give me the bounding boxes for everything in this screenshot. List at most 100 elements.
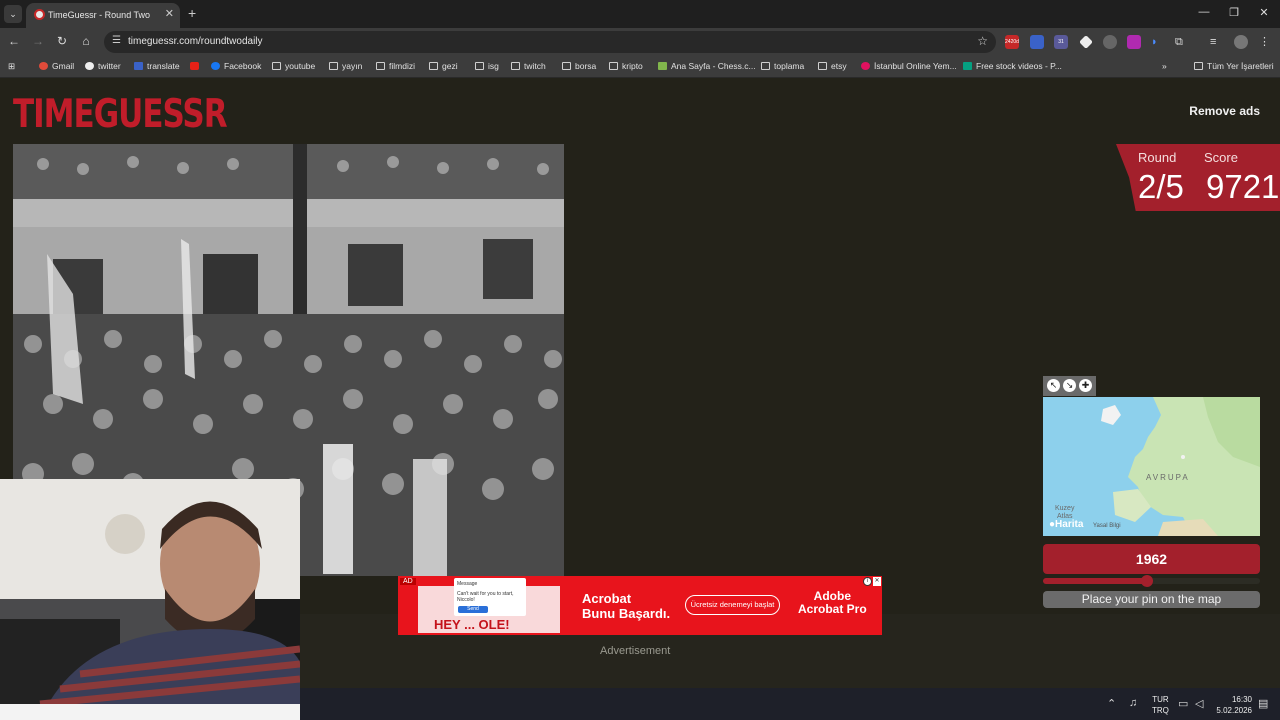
- timeguessr-logo[interactable]: TIMEGUESSR: [13, 92, 228, 137]
- bookmark-all-bookmarks[interactable]: Tüm Yer İşaretleri: [1194, 61, 1274, 71]
- advertisement-banner[interactable]: AD Message Can't wait for you to start, …: [398, 576, 882, 635]
- map-sea-label-1: Kuzey: [1055, 505, 1075, 512]
- translate-extension-icon[interactable]: [1030, 35, 1044, 49]
- ad-headline-line-2: Bunu Başardı.: [582, 606, 671, 621]
- map-legal-link[interactable]: Yasal Bilgi: [1093, 523, 1121, 529]
- bookmark-gmail[interactable]: Gmail: [39, 61, 74, 71]
- bookmark-translate[interactable]: translate: [134, 61, 180, 71]
- calendar-extension-icon[interactable]: 31: [1054, 35, 1068, 49]
- remove-ads-link[interactable]: Remove ads: [1189, 104, 1260, 118]
- url-text[interactable]: timeguessr.com/roundtwodaily: [128, 36, 263, 47]
- facebook-icon: [211, 62, 220, 70]
- pin-map-icon[interactable]: ✚: [1079, 379, 1092, 392]
- profile-avatar[interactable]: [1234, 35, 1248, 49]
- bookmark-yemeksepeti[interactable]: İstanbul Online Yem...: [861, 61, 957, 71]
- purple-extension-icon[interactable]: [1127, 35, 1141, 49]
- ad-chat-send: Send: [458, 606, 488, 613]
- input-language[interactable]: TUR TRQ: [1152, 694, 1169, 716]
- webcam-feed-image: [0, 479, 300, 720]
- browser-menu-icon[interactable]: ⋮: [1259, 35, 1273, 49]
- forward-arrow-icon[interactable]: →: [30, 34, 46, 48]
- bookmarks-overflow-icon[interactable]: »: [1162, 61, 1167, 71]
- ad-headline: Acrobat Bunu Başardı.: [582, 591, 670, 621]
- year-slider-thumb[interactable]: [1141, 575, 1154, 587]
- europe-map-image: [1101, 397, 1260, 536]
- gmail-icon: [39, 62, 48, 70]
- folder-icon: [818, 62, 827, 70]
- restore-icon[interactable]: ❐: [1227, 6, 1241, 19]
- round-value: 2/5: [1138, 168, 1184, 205]
- chess-pawn-icon: [658, 62, 667, 70]
- round-label: Round: [1138, 150, 1177, 165]
- timeguessr-favicon-icon: [34, 9, 45, 20]
- ad-chat-text: Can't wait for you to start, Niccolo!: [457, 591, 514, 603]
- folder-icon: [1194, 62, 1203, 70]
- bookmark-folder-kripto[interactable]: kripto: [609, 61, 643, 71]
- tab-search-button[interactable]: ⌄: [4, 5, 22, 23]
- translate-icon: [134, 62, 143, 70]
- bookmark-twitter[interactable]: twitter: [85, 61, 121, 71]
- map-region-label: AVRUPA: [1146, 473, 1190, 482]
- bookmark-folder-twitch[interactable]: twitch: [511, 61, 546, 71]
- close-tab-icon[interactable]: ✕: [165, 7, 174, 20]
- bookmark-folder-filmdizi[interactable]: filmdizi: [376, 61, 415, 71]
- expand-map-icon[interactable]: ↖: [1047, 379, 1060, 392]
- bookmark-folder-borsa[interactable]: borsa: [562, 61, 596, 71]
- ad-cta-button[interactable]: Ücretsiz denemeyi başlat: [685, 595, 780, 615]
- year-display: 1962: [1043, 544, 1260, 574]
- folder-icon: [511, 62, 520, 70]
- folder-icon: [272, 62, 281, 70]
- home-icon[interactable]: ⌂: [78, 34, 94, 48]
- back-arrow-icon[interactable]: ←: [6, 34, 22, 48]
- score-label: Score: [1204, 150, 1238, 165]
- ad-close-icon[interactable]: ✕: [873, 577, 881, 586]
- close-window-icon[interactable]: ✕: [1257, 6, 1271, 19]
- browser-tab-active[interactable]: TimeGuessr - Round Two ✕: [26, 3, 180, 28]
- ad-thumb-text: HEY ... OLE!: [434, 617, 510, 632]
- microphone-icon[interactable]: ♫: [1129, 697, 1137, 709]
- bookmark-folder-toplama[interactable]: toplama: [761, 61, 804, 71]
- diamond-extension-icon[interactable]: [1079, 35, 1093, 49]
- audio-extension-icon[interactable]: ◗: [1151, 35, 1165, 49]
- webcam-overlay: [0, 479, 300, 720]
- round-score-panel: Round Score 2/5 9721: [1116, 144, 1280, 211]
- advertisement-label: Advertisement: [600, 645, 671, 657]
- bookmark-folder-isg[interactable]: isg: [475, 61, 499, 71]
- address-bar[interactable]: ☰ timeguessr.com/roundtwodaily ☆: [104, 31, 996, 53]
- clock-date: 5.02.2026: [1216, 706, 1252, 715]
- ad-brand: Adobe Acrobat Pro: [798, 590, 867, 616]
- minimize-icon[interactable]: —: [1197, 6, 1211, 18]
- site-info-icon[interactable]: ☰: [112, 35, 121, 46]
- bookmark-facebook[interactable]: Facebook: [211, 61, 261, 71]
- system-clock[interactable]: 16:30 5.02.2026: [1216, 694, 1252, 716]
- extensions-puzzle-icon[interactable]: ⧉: [1175, 35, 1189, 49]
- glasses-extension-icon[interactable]: [1103, 35, 1117, 49]
- reload-icon[interactable]: ↻: [54, 34, 70, 48]
- ad-chat-bubble: Message Can't wait for you to start, Nic…: [454, 578, 526, 616]
- media-control-icon[interactable]: ≡: [1210, 35, 1224, 49]
- bookmark-folder-youtube[interactable]: youtube: [272, 61, 315, 71]
- bookmark-chess[interactable]: Ana Sayfa - Chess.c...: [658, 61, 756, 71]
- notification-icon[interactable]: ▤: [1258, 697, 1268, 710]
- volume-icon[interactable]: ◁: [1195, 697, 1203, 710]
- bookmark-folder-etsy[interactable]: etsy: [818, 61, 847, 71]
- bookmark-stock-videos[interactable]: Free stock videos - P...: [963, 61, 1062, 71]
- network-icon[interactable]: ▭: [1178, 697, 1188, 710]
- apps-grid-icon[interactable]: ⊞: [8, 61, 15, 72]
- x-logo-icon: [85, 62, 94, 70]
- bookmark-star-icon[interactable]: ☆: [977, 34, 988, 48]
- tab-strip: ⌄ TimeGuessr - Round Two ✕ + — ❐ ✕: [0, 0, 1280, 28]
- clock-time: 16:30: [1231, 695, 1252, 704]
- place-pin-button[interactable]: Place your pin on the map: [1043, 591, 1260, 608]
- ad-info-icon[interactable]: i: [863, 577, 872, 586]
- guess-map[interactable]: AVRUPA Kuzey Atlas ●Harita Yasal Bilgi: [1043, 397, 1260, 536]
- lang-line-1: TUR: [1152, 695, 1169, 704]
- shrink-map-icon[interactable]: ↘: [1063, 379, 1076, 392]
- tray-overflow-icon[interactable]: ⌃: [1107, 697, 1116, 710]
- extension-badge-icon[interactable]: 2420d: [1005, 35, 1019, 49]
- bookmark-folder-yayin[interactable]: yayın: [329, 61, 362, 71]
- bookmark-youtube-icon[interactable]: [190, 61, 203, 71]
- new-tab-button[interactable]: +: [188, 5, 196, 21]
- bookmark-folder-gezi[interactable]: gezi: [429, 61, 458, 71]
- year-slider[interactable]: [1043, 575, 1260, 587]
